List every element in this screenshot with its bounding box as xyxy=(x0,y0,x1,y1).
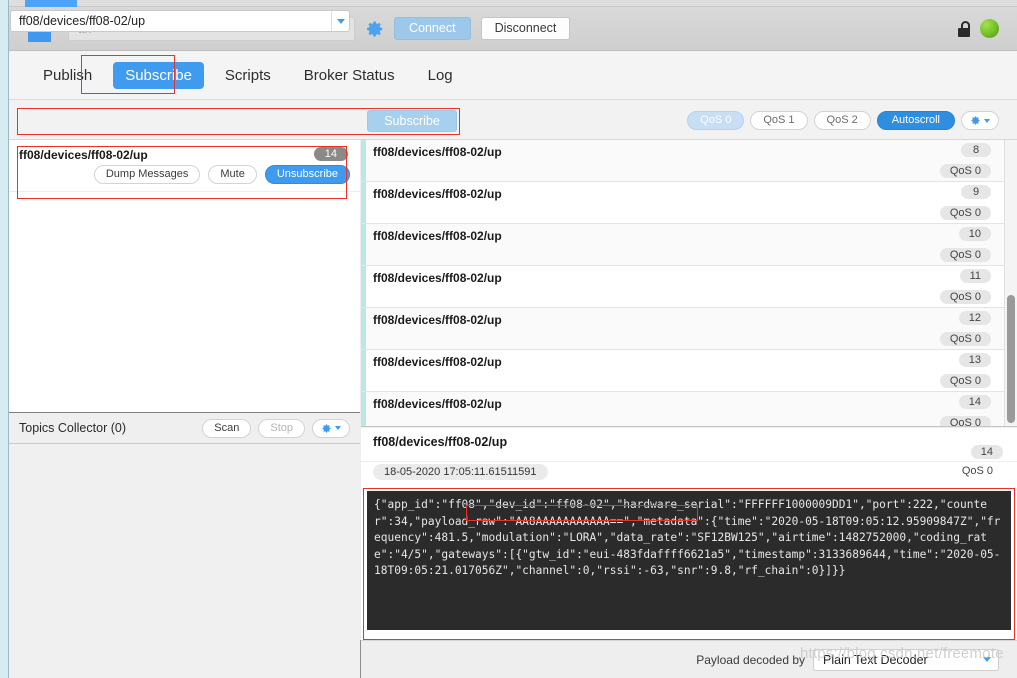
topics-collector-actions: Scan Stop xyxy=(202,418,350,438)
settings-gear-icon[interactable] xyxy=(366,20,384,38)
subscription-item[interactable]: ff08/devices/ff08-02/up 14 Dump Messages… xyxy=(9,140,360,192)
scrollbar-thumb[interactable] xyxy=(1007,295,1015,423)
connection-status-group xyxy=(956,19,999,38)
payload-decoder-select[interactable]: Plain Text Decoder xyxy=(813,648,999,671)
message-list-scrollbar[interactable] xyxy=(1004,140,1017,426)
unlocked-padlock-icon xyxy=(956,20,971,37)
mqttfx-window: ttn Connect Disconnect Publish Subscribe… xyxy=(0,0,1017,678)
message-qos: QoS 0 xyxy=(939,248,991,262)
payload-decoder-label: Payload decoded by xyxy=(696,652,805,667)
qos-toolbar: QoS 0 QoS 1 QoS 2 Autoscroll xyxy=(687,111,999,130)
autoscroll-toggle[interactable]: Autoscroll xyxy=(876,111,955,130)
caret-down-icon xyxy=(335,426,341,430)
topic-dropdown-icon[interactable] xyxy=(331,11,349,31)
message-topic: ff08/devices/ff08-02/up xyxy=(373,145,502,159)
topics-collector-bar: Topics Collector (0) Scan Stop xyxy=(9,413,360,444)
message-index: 11 xyxy=(959,269,991,283)
message-topic: ff08/devices/ff08-02/up xyxy=(373,187,502,201)
message-topic: ff08/devices/ff08-02/up xyxy=(373,397,502,411)
caret-down-icon xyxy=(984,118,990,123)
message-row[interactable]: ff08/devices/ff08-02/up 13 QoS 0 xyxy=(361,350,1017,392)
left-bottom-filler xyxy=(9,640,361,678)
message-list[interactable]: ff08/devices/ff08-02/up 8 QoS 0 ff08/dev… xyxy=(361,140,1017,427)
row-accent xyxy=(361,140,366,181)
message-qos: QoS 0 xyxy=(939,332,991,346)
message-row[interactable]: ff08/devices/ff08-02/up 14 QoS 0 xyxy=(361,392,1017,426)
message-qos: QoS 0 xyxy=(939,374,991,388)
message-index: 9 xyxy=(961,185,991,199)
tab-publish[interactable]: Publish xyxy=(31,62,104,89)
message-topic: ff08/devices/ff08-02/up xyxy=(373,355,502,369)
chevron-down-icon xyxy=(983,657,991,662)
message-topic: ff08/devices/ff08-02/up xyxy=(373,313,502,327)
gear-icon xyxy=(971,116,980,125)
detail-header: ff08/devices/ff08-02/up 14 xyxy=(361,428,1017,462)
left-panel: ff08/devices/ff08-02/up 14 Dump Messages… xyxy=(9,140,360,678)
detail-meta: 18-05-2020 17:05:11.61511591 QoS 0 xyxy=(361,462,1017,484)
subscription-topic: ff08/devices/ff08-02/up xyxy=(19,148,148,162)
message-index: 8 xyxy=(961,143,991,157)
connection-status-indicator xyxy=(980,19,999,38)
payload-decoder-value: Plain Text Decoder xyxy=(823,652,928,667)
tab-broker-status[interactable]: Broker Status xyxy=(292,62,407,89)
message-index: 13 xyxy=(958,353,991,367)
disconnect-button[interactable]: Disconnect xyxy=(480,17,571,40)
qos-2-button[interactable]: QoS 2 xyxy=(813,111,871,130)
detail-qos: QoS 0 xyxy=(961,465,993,477)
row-accent xyxy=(361,392,366,426)
message-qos: QoS 0 xyxy=(939,206,991,220)
message-row[interactable]: ff08/devices/ff08-02/up 8 QoS 0 xyxy=(361,140,1017,182)
detail-topic: ff08/devices/ff08-02/up xyxy=(373,435,508,449)
window-top-strip xyxy=(9,0,1017,7)
subscription-message-count: 14 xyxy=(313,147,348,161)
message-index: 14 xyxy=(958,395,991,409)
stop-button[interactable]: Stop xyxy=(258,418,305,438)
message-qos: QoS 0 xyxy=(939,416,991,426)
qos-0-button[interactable]: QoS 0 xyxy=(687,111,745,130)
tab-subscribe[interactable]: Subscribe xyxy=(113,61,204,89)
subscribe-options-button[interactable] xyxy=(961,111,999,130)
subscribe-button[interactable]: Subscribe xyxy=(367,110,457,132)
connect-button[interactable]: Connect xyxy=(394,17,471,40)
payload-text[interactable]: {"app_id":"ff08","dev_id":"ff08-02","har… xyxy=(367,491,1011,630)
row-accent xyxy=(361,266,366,307)
unsubscribe-button[interactable]: Unsubscribe xyxy=(264,165,350,184)
topics-collector-options-button[interactable] xyxy=(312,418,350,438)
subscribe-topic-input[interactable]: ff08/devices/ff08-02/up xyxy=(10,10,350,32)
message-row[interactable]: ff08/devices/ff08-02/up 12 QoS 0 xyxy=(361,308,1017,350)
window-left-edge xyxy=(0,0,9,678)
topics-collector-title: Topics Collector (0) xyxy=(19,421,126,435)
message-qos: QoS 0 xyxy=(939,164,991,178)
subscription-actions: Dump Messages Mute Unsubscribe xyxy=(93,165,350,184)
message-index: 12 xyxy=(958,311,991,325)
row-accent xyxy=(361,182,366,223)
main-tab-bar: Publish Subscribe Scripts Broker Status … xyxy=(9,51,1017,100)
message-qos: QoS 0 xyxy=(939,290,991,304)
gear-icon xyxy=(322,423,331,433)
message-detail-pane: ff08/devices/ff08-02/up 14 18-05-2020 17… xyxy=(361,428,1017,640)
mute-button[interactable]: Mute xyxy=(208,165,257,184)
message-row[interactable]: ff08/devices/ff08-02/up 10 QoS 0 xyxy=(361,224,1017,266)
message-topic: ff08/devices/ff08-02/up xyxy=(373,271,502,285)
message-row[interactable]: ff08/devices/ff08-02/up 9 QoS 0 xyxy=(361,182,1017,224)
tab-scripts[interactable]: Scripts xyxy=(213,62,283,89)
row-accent xyxy=(361,350,366,391)
detail-timestamp: 18-05-2020 17:05:11.61511591 xyxy=(373,464,548,480)
scan-button[interactable]: Scan xyxy=(202,418,252,438)
tab-log[interactable]: Log xyxy=(416,62,465,89)
row-accent xyxy=(361,308,366,349)
subscribe-topic-value: ff08/devices/ff08-02/up xyxy=(19,14,146,28)
dump-messages-button[interactable]: Dump Messages xyxy=(93,165,201,184)
message-topic: ff08/devices/ff08-02/up xyxy=(373,229,502,243)
row-accent xyxy=(361,224,366,265)
detail-index: 14 xyxy=(970,445,1003,459)
qos-1-button[interactable]: QoS 1 xyxy=(750,111,808,130)
message-index: 10 xyxy=(958,227,991,241)
subscriptions-list: ff08/devices/ff08-02/up 14 Dump Messages… xyxy=(9,140,360,413)
message-row[interactable]: ff08/devices/ff08-02/up 11 QoS 0 xyxy=(361,266,1017,308)
payload-decoder-bar: Payload decoded by Plain Text Decoder xyxy=(361,640,1017,678)
